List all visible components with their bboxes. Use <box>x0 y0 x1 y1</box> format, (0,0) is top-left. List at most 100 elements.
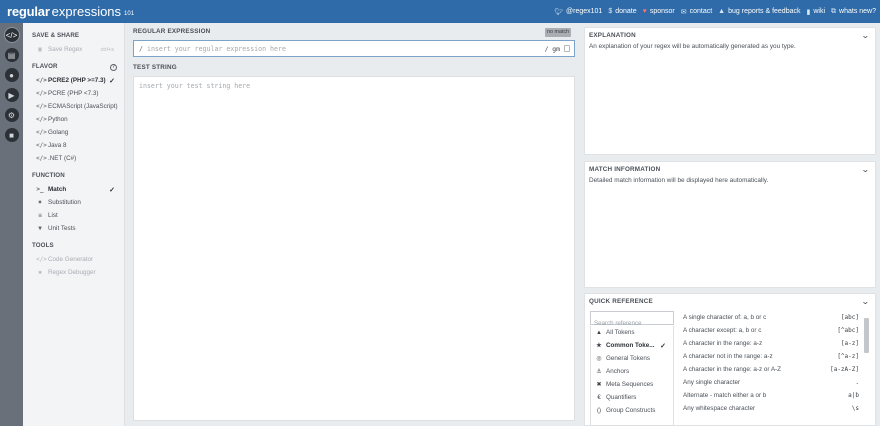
flavor-item-pcre2[interactable]: </> PCRE2 (PHP >=7.3) ✓ <box>23 74 124 87</box>
tool-label: Regex Debugger <box>48 269 96 276</box>
tool-item-code-generator[interactable]: </> Code Generator <box>23 253 124 266</box>
flavor-item-golang[interactable]: </> Golang <box>23 126 124 139</box>
flavor-heading-label: FLAVOR <box>32 63 58 70</box>
quick-reference-header[interactable]: QUICK REFERENCE ⌄ <box>585 294 875 308</box>
reference-row[interactable]: A character not in the range: a-z [^a-z] <box>683 350 859 363</box>
save-shortcut: ctrl+s <box>100 46 114 53</box>
reference-scrollbar[interactable] <box>864 318 869 353</box>
rail-account-button[interactable]: ● <box>0 65 23 85</box>
function-item-match[interactable]: >_ Match ✓ <box>23 183 124 196</box>
code-icon: </> <box>36 103 47 110</box>
rail-chat-button[interactable]: ■ <box>0 125 23 145</box>
all-tokens-icon: ▲ <box>596 329 602 336</box>
flavor-item-ecmascript[interactable]: </> ECMAScript (JavaScript) <box>23 100 124 113</box>
category-general-tokens[interactable]: ◎ General Tokens <box>591 352 673 365</box>
category-label: Common Toke... <box>606 342 655 349</box>
test-string-box <box>133 76 575 421</box>
bug-icon: ▲ <box>718 8 726 15</box>
flavor-label: Golang <box>48 129 69 136</box>
reference-description: A character except: a, b or c <box>683 327 762 334</box>
flavor-label: Java 8 <box>48 142 67 149</box>
function-item-unit-tests[interactable]: ▼ Unit Tests <box>23 222 124 235</box>
function-label: Substitution <box>48 199 81 206</box>
mail-icon: ✉ <box>680 8 687 16</box>
help-icon[interactable]: ? <box>110 63 117 71</box>
flavor-item-python[interactable]: </> Python <box>23 113 124 126</box>
reference-row[interactable]: A character except: a, b or c [^abc] <box>683 324 859 337</box>
tool-label: Code Generator <box>48 256 94 263</box>
tool-item-regex-debugger[interactable]: ✱ Regex Debugger <box>23 266 124 279</box>
function-item-list[interactable]: ≡ List <box>23 209 124 222</box>
function-item-substitution[interactable]: ✖ Substitution <box>23 196 124 209</box>
chevron-down-icon[interactable]: ⌄ <box>861 31 870 40</box>
nav-link-donate[interactable]: $ donate <box>608 8 636 15</box>
nav-link-sponsor[interactable]: ♥ sponsor <box>643 8 675 15</box>
reference-description: A character not in the range: a-z <box>683 353 773 360</box>
category-group-constructs[interactable]: () Group Constructs <box>591 404 673 417</box>
chevron-down-icon[interactable]: ⌄ <box>861 165 870 174</box>
nav-link-whats-new[interactable]: ⧉ whats new? <box>831 8 876 16</box>
flavor-label: PCRE (PHP <7.3) <box>48 90 99 97</box>
test-string-input[interactable] <box>134 77 574 420</box>
logo-main: regular <box>7 4 50 19</box>
app-logo[interactable]: regular expressions 101 <box>0 4 134 19</box>
category-label: Anchors <box>606 368 630 375</box>
flavor-item-java[interactable]: </> Java 8 <box>23 139 124 152</box>
flavor-item-pcre[interactable]: </> PCRE (PHP <7.3) <box>23 87 124 100</box>
rail-settings-button[interactable]: ⚙ <box>0 105 23 125</box>
code-icon: </> <box>36 90 47 97</box>
reference-description: Alternate - match either a or b <box>683 392 767 399</box>
category-meta-sequences[interactable]: ✖ Meta Sequences <box>591 378 673 391</box>
category-anchors[interactable]: ⚓︎ Anchors <box>591 365 673 378</box>
reference-row[interactable]: Any whitespace character \s <box>683 402 859 415</box>
regex-input[interactable] <box>146 42 545 55</box>
explanation-header[interactable]: EXPLANATION ⌄ <box>585 28 875 42</box>
flavor-item-dotnet[interactable]: </> .NET (C#) <box>23 152 124 165</box>
editor-area: REGULAR EXPRESSION no match / / gm TEST … <box>129 23 579 426</box>
explanation-title: EXPLANATION <box>589 31 636 39</box>
flavor-label: .NET (C#) <box>48 155 77 162</box>
rail-editor-button[interactable]: </> <box>0 25 23 45</box>
nav-link-wiki[interactable]: ▮ wiki <box>807 8 826 16</box>
flavor-label: PCRE2 (PHP >=7.3) <box>48 77 106 84</box>
reference-description: Any whitespace character <box>683 405 756 412</box>
match-info-header[interactable]: MATCH INFORMATION ⌄ <box>585 162 875 176</box>
code-icon: </> <box>36 116 47 123</box>
category-all-tokens[interactable]: ▲ All Tokens <box>591 326 673 339</box>
function-label: Unit Tests <box>48 225 76 232</box>
chevron-down-icon[interactable]: ⌄ <box>861 297 870 306</box>
category-common-tokens[interactable]: ★ Common Toke... ✓ <box>591 339 673 352</box>
reference-row[interactable]: Any single character . <box>683 376 859 389</box>
rail-library-button[interactable]: ▤ <box>0 45 23 65</box>
code-icon: </> <box>4 28 19 42</box>
reference-row[interactable]: A character in the range: a-z or A-Z [a-… <box>683 363 859 376</box>
reference-row[interactable]: A character in the range: a-z [a-z] <box>683 337 859 350</box>
flavor-label: Python <box>48 116 68 123</box>
save-share-heading: SAVE & SHARE <box>32 32 80 39</box>
reference-description: A character in the range: a-z or A-Z <box>683 366 781 373</box>
copy-icon[interactable] <box>564 45 570 52</box>
category-label: Meta Sequences <box>606 381 654 388</box>
logo-rest: expressions <box>51 4 122 19</box>
rail-video-button[interactable]: ▶ <box>0 85 23 105</box>
code-generator-icon: </> <box>36 256 47 263</box>
nav-link-twitter[interactable]: 🐦︎ @regex101 <box>554 8 602 16</box>
nav-link-bug-reports[interactable]: ▲ bug reports & feedback <box>718 8 800 15</box>
icon-rail: </> ▤ ● ▶ ⚙ ■ <box>0 23 23 426</box>
reference-token: [^a-z] <box>837 353 859 360</box>
reference-row[interactable]: A single character of: a, b or c [abc] <box>683 311 859 324</box>
nav-link-label: donate <box>615 8 637 15</box>
code-icon: </> <box>36 129 47 136</box>
flavor-heading: FLAVOR ? <box>23 62 124 72</box>
category-quantifiers[interactable]: € Quantifiers <box>591 391 673 404</box>
function-label: Match <box>48 186 67 193</box>
reference-row[interactable]: Alternate - match either a or b a|b <box>683 389 859 402</box>
regex-flags[interactable]: / gm <box>545 45 560 53</box>
twitter-icon: 🐦︎ <box>554 8 564 16</box>
flask-icon: ▼ <box>38 225 42 232</box>
external-link-icon: ⧉ <box>831 7 837 15</box>
save-regex-button[interactable]: ▣ Save Regex ctrl+s <box>23 43 124 56</box>
debugger-icon: ✱ <box>38 269 42 276</box>
nav-link-contact[interactable]: ✉ contact <box>681 8 712 16</box>
function-heading: FUNCTION <box>32 172 65 179</box>
